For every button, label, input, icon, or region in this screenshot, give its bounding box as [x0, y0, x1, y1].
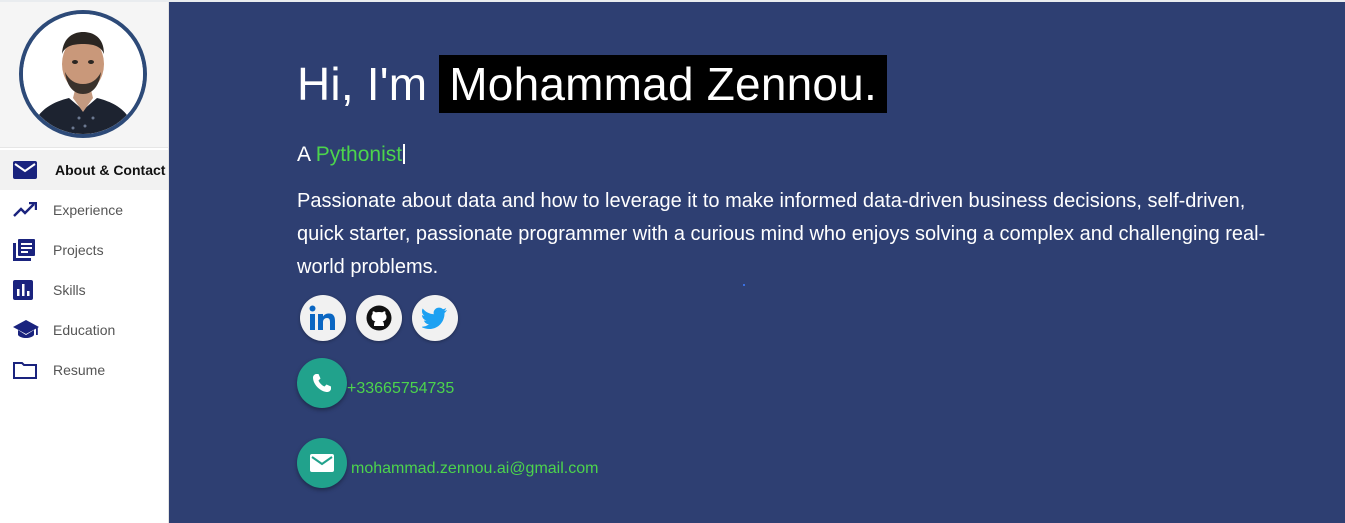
sidebar-item-skills[interactable]: Skills	[0, 270, 168, 310]
github-link[interactable]	[356, 295, 402, 341]
linkedin-icon	[309, 305, 335, 330]
typing-caret	[403, 144, 406, 164]
folder-icon	[13, 359, 39, 381]
sidebar-item-about-contact[interactable]: About & Contact	[0, 150, 168, 190]
sidebar-nav: About & Contact Experience Projects Skil…	[0, 150, 168, 390]
email-contact: mohammad.zennou.ai@gmail.com	[297, 438, 598, 488]
envelope-icon	[13, 159, 39, 181]
sidebar-item-label: Education	[53, 322, 116, 338]
page-title: Hi, I'm Mohammad Zennou.	[297, 54, 887, 114]
role-prefix: A	[297, 143, 310, 166]
sidebar-item-education[interactable]: Education	[0, 310, 168, 350]
linkedin-link[interactable]	[300, 295, 346, 341]
sidebar-item-label: Resume	[53, 362, 106, 378]
avatar-portrait-icon	[23, 14, 143, 134]
page: About & Contact Experience Projects Skil…	[0, 0, 1345, 523]
stray-dot	[743, 284, 745, 286]
bar-chart-icon	[13, 279, 39, 301]
phone-button[interactable]	[297, 358, 347, 408]
name-highlight: Mohammad Zennou.	[439, 55, 887, 113]
bio-paragraph: Passionate about data and how to leverag…	[297, 190, 1266, 278]
sidebar-item-label: Experience	[53, 202, 124, 218]
avatar	[19, 10, 147, 138]
document-stack-icon	[13, 239, 39, 261]
sidebar-item-projects[interactable]: Projects	[0, 230, 168, 270]
sidebar-item-resume[interactable]: Resume	[0, 350, 168, 390]
twitter-link[interactable]	[412, 295, 458, 341]
sidebar-item-experience[interactable]: Experience	[0, 190, 168, 230]
sidebar-item-label: Skills	[53, 282, 86, 298]
greeting-text: Hi, I'm	[297, 58, 428, 110]
email-button[interactable]	[297, 438, 347, 488]
phone-contact: +33665754735	[297, 358, 454, 408]
sidebar: About & Contact Experience Projects Skil…	[0, 2, 169, 523]
email-address-link[interactable]: mohammad.zennou.ai@gmail.com	[351, 460, 598, 478]
social-links	[300, 295, 458, 341]
phone-number-link[interactable]: +33665754735	[347, 380, 454, 398]
trending-up-icon	[13, 199, 39, 221]
github-icon	[366, 305, 392, 331]
sidebar-item-label: About & Contact	[55, 162, 166, 178]
sidebar-item-label: Projects	[53, 242, 104, 258]
envelope-icon	[310, 454, 334, 472]
avatar-area	[0, 2, 168, 148]
graduation-cap-icon	[13, 319, 39, 341]
twitter-icon	[422, 307, 447, 329]
typed-role: Pythonist	[315, 143, 403, 166]
phone-icon	[313, 374, 331, 392]
role-line: A Pythonist	[297, 143, 406, 167]
about-section: Hi, I'm Mohammad Zennou. A Pythonist Pas…	[169, 2, 1345, 523]
